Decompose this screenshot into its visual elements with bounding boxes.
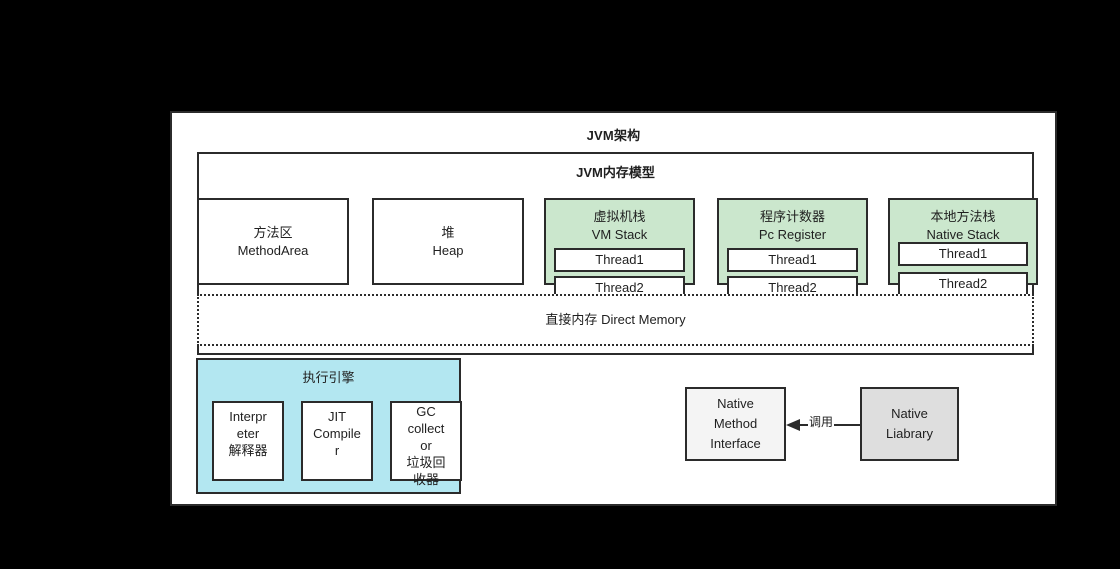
engine-item-line: GC bbox=[416, 404, 436, 419]
direct-memory-box: 直接内存 Direct Memory bbox=[197, 294, 1034, 346]
engine-item-line: Compile bbox=[313, 426, 361, 441]
thread-box: Thread1 bbox=[727, 248, 858, 272]
native-method-interface-box: Native Method Interface bbox=[685, 387, 786, 461]
memory-model-title: JVM内存模型 bbox=[576, 165, 655, 180]
engine-item-line: 收器 bbox=[412, 472, 439, 487]
memory-region-labels: 方法区 MethodArea bbox=[199, 224, 347, 260]
direct-memory-label-en: Direct Memory bbox=[601, 312, 686, 327]
thread-box: Thread1 bbox=[898, 242, 1028, 266]
engine-item-line: 解释器 bbox=[228, 443, 268, 458]
engine-item-interpreter: Interpr eter 解释器 bbox=[212, 401, 284, 481]
direct-memory-labels: 直接内存 Direct Memory bbox=[199, 311, 1032, 329]
engine-item-line: eter bbox=[236, 426, 260, 441]
engine-item-jit-compiler: JIT Compile r bbox=[301, 401, 373, 481]
memory-region-label-cn: 堆 bbox=[441, 224, 455, 240]
engine-item-line: collect bbox=[407, 421, 445, 436]
page-title: JVM架构 bbox=[586, 128, 641, 143]
native-library-line: Liabrary bbox=[886, 426, 933, 441]
memory-region-pc-register: 程序计数器 Pc Register Thread1 Thread2 bbox=[717, 198, 868, 300]
memory-region-label-cn: 程序计数器 bbox=[759, 209, 825, 224]
native-method-interface-line: Native bbox=[717, 396, 754, 411]
memory-region-label-cn: 方法区 bbox=[253, 224, 293, 240]
native-library-box: Native Liabrary bbox=[860, 387, 959, 461]
native-method-interface-line: Method bbox=[713, 416, 758, 431]
memory-region-labels: 程序计数器 Pc Register bbox=[719, 208, 866, 244]
native-method-interface-line: Interface bbox=[710, 436, 761, 451]
memory-region-heap: 堆 Heap bbox=[372, 198, 524, 285]
execution-engine-title: 执行引擎 bbox=[302, 370, 355, 385]
thread-box: Thread2 bbox=[898, 272, 1028, 296]
thread-box: Thread1 bbox=[554, 248, 685, 272]
engine-item-line: r bbox=[334, 443, 340, 458]
memory-region-method-area: 方法区 MethodArea bbox=[197, 198, 349, 285]
diagram-canvas: JVM架构 JVM内存模型 方法区 MethodArea 堆 Heap 虚拟机栈… bbox=[0, 0, 1120, 569]
memory-region-vm-stack: 虚拟机栈 VM Stack Thread1 Thread2 bbox=[544, 198, 695, 300]
memory-region-label-en: VM Stack bbox=[591, 227, 648, 242]
memory-region-label-en: MethodArea bbox=[237, 242, 309, 258]
memory-region-label-en: Heap bbox=[432, 242, 464, 258]
execution-engine-box: 执行引擎 Interpr eter 解释器 JIT Compile r GC c… bbox=[196, 358, 462, 494]
memory-region-label-cn: 虚拟机栈 bbox=[593, 209, 646, 224]
engine-item-line: or bbox=[420, 438, 432, 453]
memory-region-native-stack: 本地方法栈 Native Stack Thread1 Thread2 bbox=[888, 198, 1038, 296]
engine-item-line: 垃圾回 bbox=[406, 455, 446, 470]
memory-region-labels: 虚拟机栈 VM Stack bbox=[546, 208, 693, 244]
memory-region-labels: 本地方法栈 Native Stack bbox=[890, 208, 1036, 244]
direct-memory-label-cn: 直接内存 bbox=[545, 312, 598, 327]
engine-item-gc-collector: GC collect or 垃圾回 收器 bbox=[390, 401, 462, 487]
memory-region-label-cn: 本地方法栈 bbox=[930, 209, 996, 224]
memory-region-labels: 堆 Heap bbox=[374, 224, 522, 260]
jvm-architecture-panel: JVM架构 JVM内存模型 方法区 MethodArea 堆 Heap 虚拟机栈… bbox=[170, 111, 1057, 506]
memory-region-label-en: Pc Register bbox=[758, 227, 827, 242]
engine-item-line: Interpr bbox=[229, 409, 267, 424]
engine-item-line: JIT bbox=[327, 409, 347, 424]
native-call-label: 调用 bbox=[808, 415, 835, 430]
native-library-line: Native bbox=[891, 406, 928, 421]
